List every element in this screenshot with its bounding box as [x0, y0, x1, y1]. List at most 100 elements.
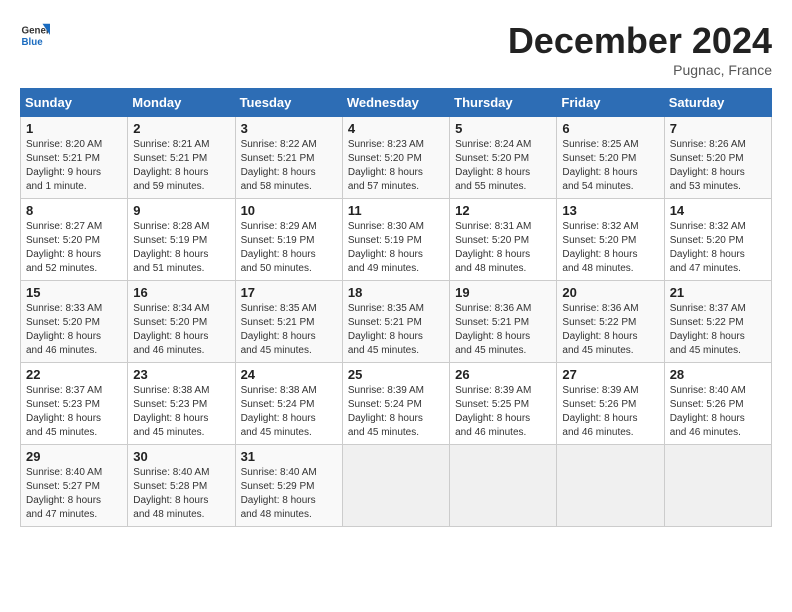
- day-number: 9: [133, 203, 229, 218]
- logo: General Blue: [20, 20, 50, 50]
- day-number: 21: [670, 285, 766, 300]
- location: Pugnac, France: [508, 62, 772, 78]
- day-number: 28: [670, 367, 766, 382]
- day-number: 24: [241, 367, 337, 382]
- day-number: 27: [562, 367, 658, 382]
- calendar-cell: 11Sunrise: 8:30 AM Sunset: 5:19 PM Dayli…: [342, 199, 449, 281]
- calendar-cell: [342, 445, 449, 527]
- day-number: 10: [241, 203, 337, 218]
- calendar-cell: [664, 445, 771, 527]
- header-day-wednesday: Wednesday: [342, 89, 449, 117]
- day-detail: Sunrise: 8:26 AM Sunset: 5:20 PM Dayligh…: [670, 138, 766, 194]
- day-detail: Sunrise: 8:35 AM Sunset: 5:21 PM Dayligh…: [241, 302, 337, 358]
- day-number: 20: [562, 285, 658, 300]
- day-number: 26: [455, 367, 551, 382]
- svg-text:Blue: Blue: [22, 37, 44, 48]
- logo-icon: General Blue: [20, 20, 50, 50]
- header-day-thursday: Thursday: [450, 89, 557, 117]
- calendar-cell: 30Sunrise: 8:40 AM Sunset: 5:28 PM Dayli…: [128, 445, 235, 527]
- header-day-friday: Friday: [557, 89, 664, 117]
- day-detail: Sunrise: 8:39 AM Sunset: 5:26 PM Dayligh…: [562, 384, 658, 440]
- header: General Blue December 2024 Pugnac, Franc…: [20, 20, 772, 78]
- calendar-cell: 6 Sunrise: 8:25 AM Sunset: 5:20 PM Daylig…: [557, 117, 664, 199]
- calendar-week-5: 29 Sunrise: 8:40 AM Sunset: 5:27 PM Dayli…: [21, 445, 772, 527]
- calendar-table: SundayMondayTuesdayWednesdayThursdayFrid…: [20, 88, 772, 527]
- header-day-sunday: Sunday: [21, 89, 128, 117]
- day-number: 11: [348, 203, 444, 218]
- day-number: 31: [241, 449, 337, 464]
- calendar-cell: 12 Sunrise: 8:31 AM Sunset: 5:20 PM Dayli…: [450, 199, 557, 281]
- day-detail: Sunrise: 8:40 AM Sunset: 5:27 PM Dayligh…: [26, 466, 122, 522]
- calendar-cell: 23Sunrise: 8:38 AM Sunset: 5:23 PM Dayli…: [128, 363, 235, 445]
- day-detail: Sunrise: 8:25 AM Sunset: 5:20 PM Dayligh…: [562, 138, 658, 194]
- day-detail: Sunrise: 8:34 AM Sunset: 5:20 PM Dayligh…: [133, 302, 229, 358]
- day-detail: Sunrise: 8:24 AM Sunset: 5:20 PM Dayligh…: [455, 138, 551, 194]
- calendar-cell: 4 Sunrise: 8:23 AM Sunset: 5:20 PM Daylig…: [342, 117, 449, 199]
- day-detail: Sunrise: 8:32 AM Sunset: 5:20 PM Dayligh…: [670, 220, 766, 276]
- calendar-cell: 26 Sunrise: 8:39 AM Sunset: 5:25 PM Dayli…: [450, 363, 557, 445]
- day-detail: Sunrise: 8:36 AM Sunset: 5:22 PM Dayligh…: [562, 302, 658, 358]
- day-detail: Sunrise: 8:28 AM Sunset: 5:19 PM Dayligh…: [133, 220, 229, 276]
- day-number: 5: [455, 121, 551, 136]
- calendar-cell: 8Sunrise: 8:27 AM Sunset: 5:20 PM Daylig…: [21, 199, 128, 281]
- day-detail: Sunrise: 8:39 AM Sunset: 5:25 PM Dayligh…: [455, 384, 551, 440]
- day-number: 3: [241, 121, 337, 136]
- day-detail: Sunrise: 8:22 AM Sunset: 5:21 PM Dayligh…: [241, 138, 337, 194]
- calendar-week-1: 1 Sunrise: 8:20 AM Sunset: 5:21 PM Daylig…: [21, 117, 772, 199]
- day-number: 15: [26, 285, 122, 300]
- calendar-cell: 20 Sunrise: 8:36 AM Sunset: 5:22 PM Dayli…: [557, 281, 664, 363]
- day-number: 4: [348, 121, 444, 136]
- day-number: 22: [26, 367, 122, 382]
- day-number: 8: [26, 203, 122, 218]
- calendar-cell: 24 Sunrise: 8:38 AM Sunset: 5:24 PM Dayli…: [235, 363, 342, 445]
- calendar-cell: 3 Sunrise: 8:22 AM Sunset: 5:21 PM Daylig…: [235, 117, 342, 199]
- day-number: 23: [133, 367, 229, 382]
- calendar-cell: 17 Sunrise: 8:35 AM Sunset: 5:21 PM Dayli…: [235, 281, 342, 363]
- day-detail: Sunrise: 8:29 AM Sunset: 5:19 PM Dayligh…: [241, 220, 337, 276]
- day-detail: Sunrise: 8:23 AM Sunset: 5:20 PM Dayligh…: [348, 138, 444, 194]
- day-detail: Sunrise: 8:20 AM Sunset: 5:21 PM Dayligh…: [26, 138, 122, 194]
- day-number: 25: [348, 367, 444, 382]
- calendar-cell: 5 Sunrise: 8:24 AM Sunset: 5:20 PM Daylig…: [450, 117, 557, 199]
- calendar-cell: 13Sunrise: 8:32 AM Sunset: 5:20 PM Dayli…: [557, 199, 664, 281]
- day-detail: Sunrise: 8:38 AM Sunset: 5:24 PM Dayligh…: [241, 384, 337, 440]
- day-detail: Sunrise: 8:31 AM Sunset: 5:20 PM Dayligh…: [455, 220, 551, 276]
- calendar-cell: 15 Sunrise: 8:33 AM Sunset: 5:20 PM Dayli…: [21, 281, 128, 363]
- day-detail: Sunrise: 8:37 AM Sunset: 5:23 PM Dayligh…: [26, 384, 122, 440]
- calendar-cell: 16 Sunrise: 8:34 AM Sunset: 5:20 PM Dayli…: [128, 281, 235, 363]
- calendar-cell: 10 Sunrise: 8:29 AM Sunset: 5:19 PM Dayli…: [235, 199, 342, 281]
- calendar-cell: [450, 445, 557, 527]
- calendar-cell: 2Sunrise: 8:21 AM Sunset: 5:21 PM Daylig…: [128, 117, 235, 199]
- day-number: 14: [670, 203, 766, 218]
- calendar-week-3: 15 Sunrise: 8:33 AM Sunset: 5:20 PM Dayli…: [21, 281, 772, 363]
- calendar-week-4: 22 Sunrise: 8:37 AM Sunset: 5:23 PM Dayli…: [21, 363, 772, 445]
- calendar-cell: 27 Sunrise: 8:39 AM Sunset: 5:26 PM Dayli…: [557, 363, 664, 445]
- calendar-cell: 25Sunrise: 8:39 AM Sunset: 5:24 PM Dayli…: [342, 363, 449, 445]
- day-number: 12: [455, 203, 551, 218]
- calendar-cell: 1 Sunrise: 8:20 AM Sunset: 5:21 PM Daylig…: [21, 117, 128, 199]
- calendar-week-2: 8Sunrise: 8:27 AM Sunset: 5:20 PM Daylig…: [21, 199, 772, 281]
- day-detail: Sunrise: 8:32 AM Sunset: 5:20 PM Dayligh…: [562, 220, 658, 276]
- calendar-cell: 9 Sunrise: 8:28 AM Sunset: 5:19 PM Daylig…: [128, 199, 235, 281]
- calendar-cell: 29 Sunrise: 8:40 AM Sunset: 5:27 PM Dayli…: [21, 445, 128, 527]
- calendar-cell: 28 Sunrise: 8:40 AM Sunset: 5:26 PM Dayli…: [664, 363, 771, 445]
- day-number: 7: [670, 121, 766, 136]
- day-detail: Sunrise: 8:40 AM Sunset: 5:29 PM Dayligh…: [241, 466, 337, 522]
- day-detail: Sunrise: 8:40 AM Sunset: 5:28 PM Dayligh…: [133, 466, 229, 522]
- day-number: 2: [133, 121, 229, 136]
- day-number: 1: [26, 121, 122, 136]
- day-detail: Sunrise: 8:37 AM Sunset: 5:22 PM Dayligh…: [670, 302, 766, 358]
- day-number: 16: [133, 285, 229, 300]
- calendar-cell: [557, 445, 664, 527]
- calendar-body: 1 Sunrise: 8:20 AM Sunset: 5:21 PM Daylig…: [21, 117, 772, 527]
- header-day-monday: Monday: [128, 89, 235, 117]
- calendar-cell: 14 Sunrise: 8:32 AM Sunset: 5:20 PM Dayli…: [664, 199, 771, 281]
- day-number: 17: [241, 285, 337, 300]
- calendar-cell: 7 Sunrise: 8:26 AM Sunset: 5:20 PM Daylig…: [664, 117, 771, 199]
- day-detail: Sunrise: 8:33 AM Sunset: 5:20 PM Dayligh…: [26, 302, 122, 358]
- day-number: 29: [26, 449, 122, 464]
- calendar-header-row: SundayMondayTuesdayWednesdayThursdayFrid…: [21, 89, 772, 117]
- day-number: 18: [348, 285, 444, 300]
- day-detail: Sunrise: 8:40 AM Sunset: 5:26 PM Dayligh…: [670, 384, 766, 440]
- day-number: 6: [562, 121, 658, 136]
